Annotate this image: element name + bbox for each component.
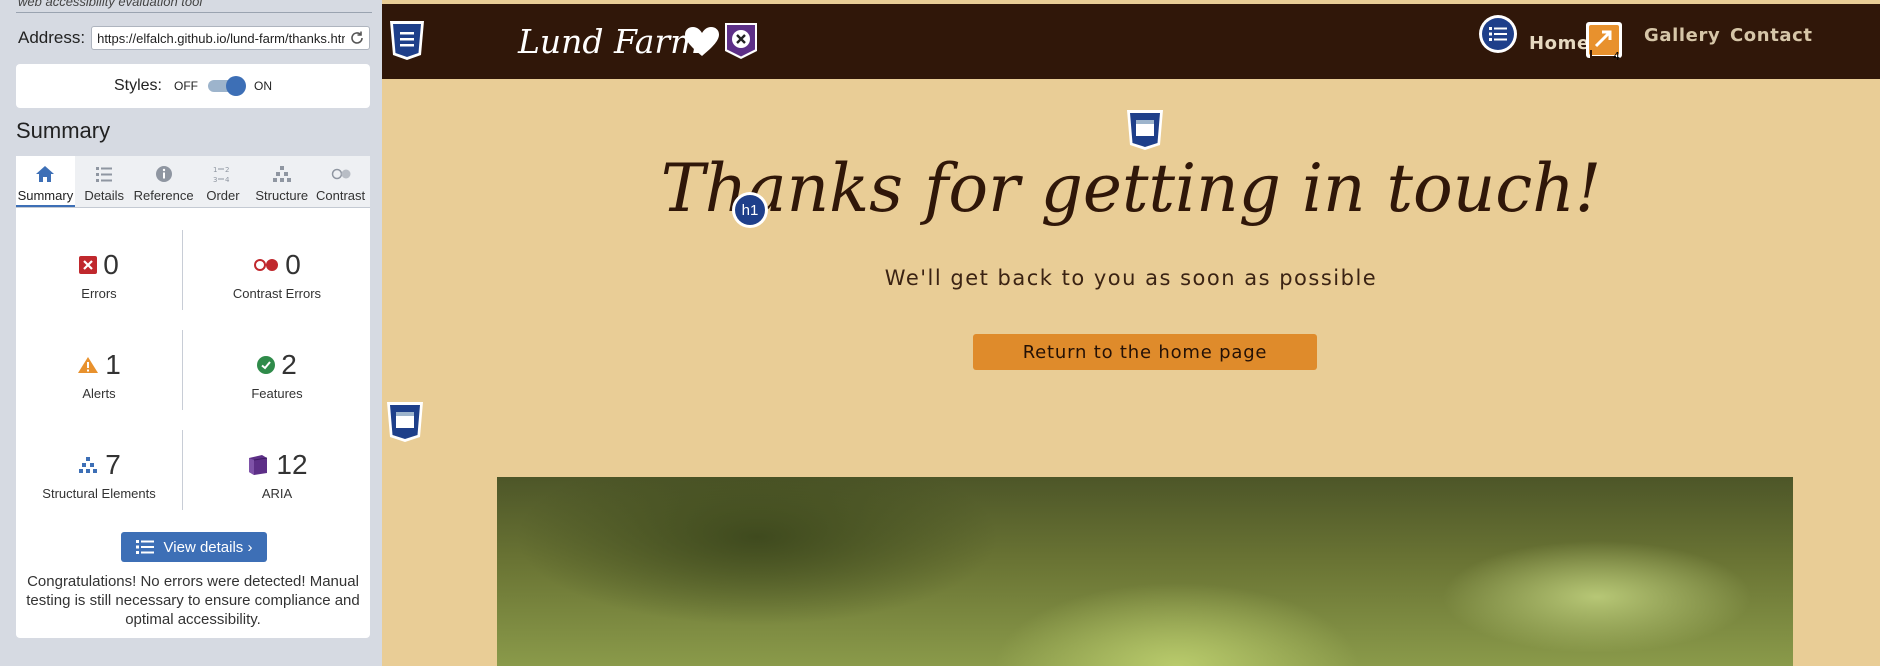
styles-toggle-card: Styles: OFF ON xyxy=(16,64,370,108)
contrast-icon xyxy=(331,168,351,180)
redundant-link-alert-icon[interactable]: 4 xyxy=(1584,20,1626,62)
tab-label: Summary xyxy=(17,188,74,203)
hero-subtitle: We'll get back to you as soon as possibl… xyxy=(884,266,1378,290)
tab-label: Contrast xyxy=(316,188,366,203)
main-landmark-icon[interactable] xyxy=(1125,108,1165,152)
nav-home-link[interactable]: Home xyxy=(1529,33,1590,54)
list-icon xyxy=(96,167,113,182)
nav-contact-link[interactable]: Contact xyxy=(1730,25,1813,46)
nav-gallery-link[interactable]: Gallery xyxy=(1644,25,1720,46)
list-icon xyxy=(135,540,154,554)
feature-check-icon xyxy=(257,356,276,374)
divider xyxy=(182,230,183,310)
congrats-message: Congratulations! No errors were detected… xyxy=(26,573,360,628)
h1-structure-icon[interactable]: h1 xyxy=(732,192,768,228)
info-icon xyxy=(155,166,172,182)
address-field[interactable]: https://elfalch.github.io/lund-farm/than… xyxy=(91,26,370,50)
toggle-knob[interactable] xyxy=(226,76,246,96)
styles-off-label: OFF xyxy=(174,79,198,93)
wave-tagline: web accessibility evaluation tool xyxy=(18,0,203,9)
contrast-error-icon xyxy=(253,258,279,272)
stat-errors: 0 Errors xyxy=(16,248,182,301)
hero-photo xyxy=(497,477,1793,666)
alerts-label: Alerts xyxy=(82,386,116,401)
stat-contrast-errors: 0 Contrast Errors xyxy=(194,248,360,301)
svg-text:1: 1 xyxy=(213,166,217,174)
header-landmark-icon[interactable] xyxy=(388,19,426,61)
reload-icon[interactable] xyxy=(349,30,365,46)
summary-heading: Summary xyxy=(16,118,111,143)
address-row: Address: https://elfalch.github.io/lund-… xyxy=(18,26,370,50)
site-brand[interactable]: Lund Farm xyxy=(518,22,701,61)
stat-features: 2 Features xyxy=(194,348,360,401)
wave-sidebar: web accessibility evaluation tool Addres… xyxy=(0,0,382,666)
list-structure-icon[interactable] xyxy=(1478,14,1518,54)
address-value[interactable]: https://elfalch.github.io/lund-farm/than… xyxy=(97,31,345,46)
contrast-errors-count: 0 xyxy=(285,249,301,280)
aria-label-icon[interactable] xyxy=(721,21,761,61)
tab-reference[interactable]: Reference xyxy=(134,156,194,207)
order-icon: 1 23 4 xyxy=(213,166,230,184)
tab-contrast[interactable]: Contrast xyxy=(311,156,370,207)
divider xyxy=(182,330,183,410)
summary-card: 0 Errors 0 Contrast Errors 1 Alerts 2 Fe… xyxy=(16,208,370,638)
structure-icon xyxy=(77,456,99,474)
divider xyxy=(182,430,183,510)
svg-text:4: 4 xyxy=(225,176,230,184)
tab-summary[interactable]: Summary xyxy=(16,156,75,207)
tab-label: Reference xyxy=(133,188,194,203)
view-details-label: View details › xyxy=(163,538,253,556)
wave-tabs: Summary Details Reference 1234 Order Str… xyxy=(16,156,370,208)
view-details-button[interactable]: View details › xyxy=(121,532,267,562)
h1-badge-label: h1 xyxy=(735,195,765,225)
structural-count: 7 xyxy=(105,449,121,480)
tab-order[interactable]: 1234 Order xyxy=(194,156,253,207)
errors-count: 0 xyxy=(103,249,119,280)
error-icon xyxy=(79,256,98,274)
stat-alerts: 1 Alerts xyxy=(16,348,182,401)
structure-icon xyxy=(272,166,291,182)
stat-structural: 7 Structural Elements xyxy=(16,448,182,501)
address-label: Address: xyxy=(18,28,86,47)
aria-count: 12 xyxy=(276,449,308,480)
contrast-errors-label: Contrast Errors xyxy=(232,286,322,301)
svg-text:3: 3 xyxy=(213,176,217,184)
tab-label: Structure xyxy=(255,188,309,203)
site-navbar: Lund Farm Home Gallery Contact xyxy=(382,4,1880,79)
tab-label: Details xyxy=(84,188,125,203)
features-count: 2 xyxy=(281,349,297,380)
alert-icon xyxy=(77,356,99,374)
divider xyxy=(16,12,372,13)
svg-text:4: 4 xyxy=(1613,50,1620,62)
aria-cube-icon xyxy=(246,454,270,476)
aria-label: ARIA xyxy=(261,486,293,501)
tab-structure[interactable]: Structure xyxy=(252,156,311,207)
tab-details[interactable]: Details xyxy=(75,156,134,207)
return-home-button[interactable]: Return to the home page xyxy=(973,334,1317,370)
styles-on-label: ON xyxy=(254,79,272,93)
heart-icon xyxy=(685,27,719,56)
styles-label: Styles: xyxy=(113,77,162,94)
stat-aria: 12 ARIA xyxy=(194,448,360,501)
styles-toggle[interactable] xyxy=(206,76,246,96)
page-preview: Lund Farm Home Gallery Contact Thanks fo… xyxy=(382,0,1880,666)
features-label: Features xyxy=(251,386,303,401)
tab-label: Order xyxy=(206,188,240,203)
home-icon xyxy=(36,166,55,182)
region-landmark-icon[interactable] xyxy=(385,400,425,444)
alerts-count: 1 xyxy=(105,349,121,380)
svg-text:2: 2 xyxy=(225,166,229,174)
structural-label: Structural Elements xyxy=(42,486,156,501)
hero-heading: Thanks for getting in touch! xyxy=(660,150,1602,227)
errors-label: Errors xyxy=(81,286,117,301)
